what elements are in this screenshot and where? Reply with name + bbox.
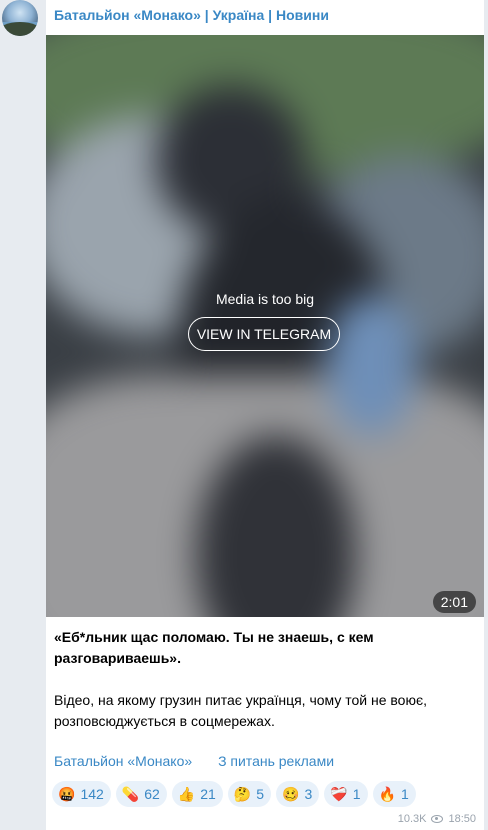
post-text: «Еб*льник щас поломаю. Ты не знаешь, с к… (54, 627, 474, 732)
channel-avatar[interactable] (2, 0, 38, 36)
avatar-hill (2, 22, 38, 36)
link-ads[interactable]: З питань реклами (218, 753, 334, 769)
post-body: Відео, на якому грузин питає українця, ч… (54, 692, 427, 729)
view-count: 10.3K (397, 813, 427, 825)
reaction-fire[interactable]: 🔥 1 (372, 781, 416, 807)
link-channel[interactable]: Батальйон «Монако» (54, 753, 192, 769)
reaction-count: 5 (256, 786, 265, 802)
video-preview[interactable]: Media is too big VIEW IN TELEGRAM 2:01 (46, 35, 484, 617)
media-too-big-text: Media is too big (215, 291, 315, 307)
reaction-count: 3 (304, 786, 313, 802)
reaction-count: 142 (80, 786, 104, 802)
thumbs-up-icon: 👍 (177, 785, 196, 802)
reaction-pill[interactable]: 💊 62 (115, 781, 167, 807)
video-duration-badge: 2:01 (432, 591, 476, 613)
view-in-telegram-button[interactable]: VIEW IN TELEGRAM (188, 317, 340, 351)
reaction-woozy[interactable]: 🥴 3 (276, 781, 320, 807)
fire-icon: 🔥 (378, 785, 396, 802)
reaction-count: 1 (400, 786, 409, 802)
reaction-thinking[interactable]: 🤔 5 (227, 781, 272, 807)
reaction-thumbs-up[interactable]: 👍 21 (171, 781, 223, 807)
message-meta: 10.3K 18:50 (398, 813, 476, 825)
reaction-mending-heart[interactable]: ❤️‍🩹 1 (324, 781, 368, 807)
reaction-count: 1 (352, 786, 361, 802)
channel-title[interactable]: Батальйон «Монако» | Україна | Новини (54, 7, 329, 23)
post-links: Батальйон «Монако» З питань реклами (54, 753, 356, 769)
post-quote: «Еб*льник щас поломаю. Ты не знаешь, с к… (54, 629, 374, 666)
woozy-face-icon: 🥴 (282, 785, 300, 802)
reaction-count: 62 (144, 786, 160, 802)
pill-icon: 💊 (121, 785, 140, 802)
thinking-face-icon: 🤔 (233, 785, 252, 802)
reactions-bar: 🤬 142 💊 62 👍 21 🤔 5 🥴 3 ❤️‍🩹 1 🔥 1 (52, 781, 416, 807)
mending-heart-icon: ❤️‍🩹 (330, 785, 348, 802)
message-time: 18:50 (448, 813, 476, 825)
angry-face-icon: 🤬 (58, 785, 76, 802)
message-bubble: Батальйон «Монако» | Україна | Новини Me… (46, 0, 484, 830)
reaction-count: 21 (200, 786, 216, 802)
eye-icon (431, 815, 444, 823)
reaction-angry[interactable]: 🤬 142 (52, 781, 111, 807)
